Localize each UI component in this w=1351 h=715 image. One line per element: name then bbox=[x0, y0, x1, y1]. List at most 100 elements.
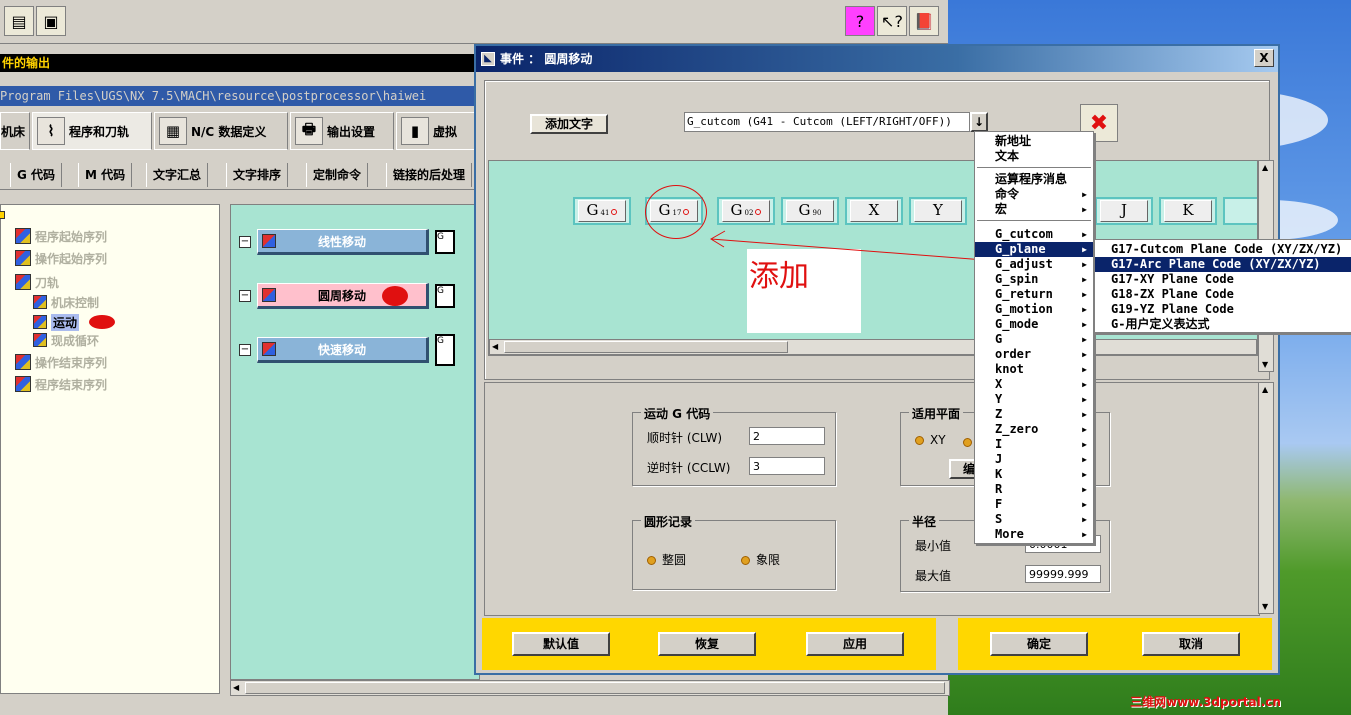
context-help-icon[interactable]: ↖? bbox=[877, 6, 907, 36]
scroll-up-icon[interactable]: ▲ bbox=[1262, 385, 1268, 394]
manual-icon[interactable]: 📕 bbox=[909, 6, 939, 36]
submenu-item[interactable]: G-用户定义表达式 bbox=[1095, 317, 1351, 332]
menu-label: X bbox=[995, 377, 1003, 391]
help-balloon-icon[interactable]: ? bbox=[845, 6, 875, 36]
quadrant-radio[interactable]: 象限 bbox=[741, 551, 780, 568]
add-text-button[interactable]: 添加文字 bbox=[530, 114, 608, 134]
tab-nc-data[interactable]: ▦ N/C 数据定义 bbox=[154, 112, 288, 150]
scroll-down-icon[interactable]: ▼ bbox=[1262, 602, 1268, 611]
apply-button[interactable]: 应用 bbox=[806, 632, 904, 656]
menu-item-operator-message[interactable]: 运算程序消息 bbox=[975, 172, 1093, 187]
menu-label: G_cutcom bbox=[995, 227, 1053, 241]
menu-item-g-motion[interactable]: G_motion ▶ bbox=[975, 302, 1093, 317]
tree-item[interactable]: 操作起始序列 bbox=[15, 249, 107, 267]
submenu-arrow-icon: ▶ bbox=[1082, 190, 1087, 199]
subtab-linked-post[interactable]: 链接的后处理 bbox=[386, 163, 473, 187]
menu-item-s[interactable]: S ▶ bbox=[975, 512, 1093, 527]
menu-label: G_motion bbox=[995, 302, 1053, 316]
plane-xy-radio[interactable]: XY bbox=[915, 433, 946, 447]
menu-item-j[interactable]: J ▶ bbox=[975, 452, 1093, 467]
menu-item-g-cutcom[interactable]: G_cutcom ▶ bbox=[975, 227, 1093, 242]
event-rapid-move[interactable]: 快速移动 bbox=[257, 337, 429, 363]
menu-item-g[interactable]: G ▶ bbox=[975, 332, 1093, 347]
submenu-item[interactable]: G19-YZ Plane Code bbox=[1095, 302, 1351, 317]
menu-item-g-plane[interactable]: G_plane ▶ bbox=[975, 242, 1093, 257]
menu-item-g-return[interactable]: G_return ▶ bbox=[975, 287, 1093, 302]
scroll-left-icon[interactable]: ◀ bbox=[233, 683, 239, 692]
scroll-down-icon[interactable]: ▼ bbox=[1262, 360, 1268, 369]
submenu-item[interactable]: G18-ZX Plane Code bbox=[1095, 287, 1351, 302]
tree-item[interactable]: 刀轨 bbox=[15, 273, 59, 291]
menu-item-more[interactable]: More ▶ bbox=[975, 527, 1093, 542]
menu-label: order bbox=[995, 347, 1032, 361]
submenu-arrow-icon: ▶ bbox=[1082, 395, 1087, 404]
scrollbar-thumb[interactable] bbox=[504, 341, 788, 353]
address-combo[interactable]: G_cutcom (G41 - Cutcom (LEFT/RIGHT/OFF)) bbox=[684, 112, 970, 132]
save-icon[interactable]: ▣ bbox=[36, 6, 66, 36]
menu-item-knot[interactable]: knot ▶ bbox=[975, 362, 1093, 377]
block-area-hscroll[interactable]: ◀ bbox=[489, 339, 1257, 355]
tab-output-settings[interactable]: 🖶 输出设置 bbox=[290, 112, 394, 150]
menu-item-y[interactable]: Y ▶ bbox=[975, 392, 1093, 407]
menu-item-command[interactable]: 命令 ▶ bbox=[975, 187, 1093, 202]
subtab-custom-command[interactable]: 定制命令 bbox=[306, 163, 369, 187]
menu-label: S bbox=[995, 512, 1003, 526]
restore-button[interactable]: 恢复 bbox=[658, 632, 756, 656]
menu-item-order[interactable]: order ▶ bbox=[975, 347, 1093, 362]
open-icon[interactable]: ▤ bbox=[4, 6, 34, 36]
scroll-left-icon[interactable]: ◀ bbox=[492, 342, 498, 351]
dialog-title-bar[interactable]: ◣ 事件 ： 圆周移动 X bbox=[476, 46, 1278, 72]
tree-item[interactable]: 机床控制 bbox=[33, 293, 99, 311]
collapse-icon[interactable]: − bbox=[239, 344, 251, 356]
tab-virtual[interactable]: ▮ 虚拟 bbox=[396, 112, 478, 150]
cancel-button[interactable]: 取消 bbox=[1142, 632, 1240, 656]
menu-item-f[interactable]: F ▶ bbox=[975, 497, 1093, 512]
event-linear-move[interactable]: 线性移动 bbox=[257, 229, 429, 255]
menu-item-g-spin[interactable]: G_spin ▶ bbox=[975, 272, 1093, 287]
subtab-g-code[interactable]: G 代码 bbox=[10, 163, 63, 187]
menu-label: G_spin bbox=[995, 272, 1039, 286]
scroll-up-icon[interactable]: ▲ bbox=[1262, 163, 1268, 172]
submenu-item[interactable]: G17-Cutcom Plane Code (XY/ZX/YZ) bbox=[1095, 242, 1351, 257]
menu-item-g-adjust[interactable]: G_adjust ▶ bbox=[975, 257, 1093, 272]
cw-input[interactable]: 2 bbox=[749, 427, 825, 445]
menu-item-r[interactable]: R ▶ bbox=[975, 482, 1093, 497]
tab-program-path[interactable]: ⌇ 程序和刀轨 bbox=[32, 112, 152, 150]
menu-item-k[interactable]: K ▶ bbox=[975, 467, 1093, 482]
tab-machine[interactable]: 机床 bbox=[0, 112, 30, 150]
ok-button[interactable]: 确定 bbox=[990, 632, 1088, 656]
menu-item-macro[interactable]: 宏 ▶ bbox=[975, 202, 1093, 217]
tree-item[interactable]: 程序结束序列 bbox=[15, 375, 107, 393]
menu-item-z[interactable]: Z ▶ bbox=[975, 407, 1093, 422]
submenu-arrow-icon: ▶ bbox=[1082, 205, 1087, 214]
event-circular-move[interactable]: 圆周移动 bbox=[257, 283, 429, 309]
menu-item-i[interactable]: I ▶ bbox=[975, 437, 1093, 452]
tab-label: 虚拟 bbox=[433, 124, 458, 139]
subtab-m-code[interactable]: M 代码 bbox=[78, 163, 133, 187]
menu-item-x[interactable]: X ▶ bbox=[975, 377, 1093, 392]
subtab-word-summary[interactable]: 文字汇总 bbox=[146, 163, 209, 187]
tree-item[interactable]: 程序起始序列 bbox=[15, 227, 107, 245]
menu-item-g-mode[interactable]: G_mode ▶ bbox=[975, 317, 1093, 332]
submenu-item[interactable]: G17-XY Plane Code bbox=[1095, 272, 1351, 287]
submenu-arrow-icon: ▶ bbox=[1082, 365, 1087, 374]
params-vscroll[interactable]: ▲ ▼ bbox=[1258, 382, 1274, 614]
combo-dropdown-icon[interactable]: ↓ bbox=[970, 112, 988, 132]
default-button[interactable]: 默认值 bbox=[512, 632, 610, 656]
submenu-item-selected[interactable]: G17-Arc Plane Code (XY/ZX/YZ) bbox=[1095, 257, 1351, 272]
tree-item[interactable]: 操作结束序列 bbox=[15, 353, 107, 371]
scrollbar-thumb[interactable] bbox=[245, 682, 945, 694]
horizontal-scrollbar[interactable]: ◀ bbox=[230, 680, 950, 696]
ccw-input[interactable]: 3 bbox=[749, 457, 825, 475]
tree-item-selected[interactable]: 运动 bbox=[33, 313, 116, 331]
tree-item[interactable]: 现成循环 bbox=[33, 331, 99, 349]
subtab-word-sequence[interactable]: 文字排序 bbox=[226, 163, 289, 187]
menu-item-z-zero[interactable]: Z_zero ▶ bbox=[975, 422, 1093, 437]
menu-item-text[interactable]: 文本 bbox=[975, 149, 1093, 164]
max-radius-input[interactable]: 99999.999 bbox=[1025, 565, 1101, 583]
menu-item-new-address[interactable]: 新地址 bbox=[975, 134, 1093, 149]
collapse-icon[interactable]: − bbox=[239, 236, 251, 248]
collapse-icon[interactable]: − bbox=[239, 290, 251, 302]
full-circle-radio[interactable]: 整圆 bbox=[647, 551, 686, 568]
close-button[interactable]: X bbox=[1254, 49, 1274, 67]
